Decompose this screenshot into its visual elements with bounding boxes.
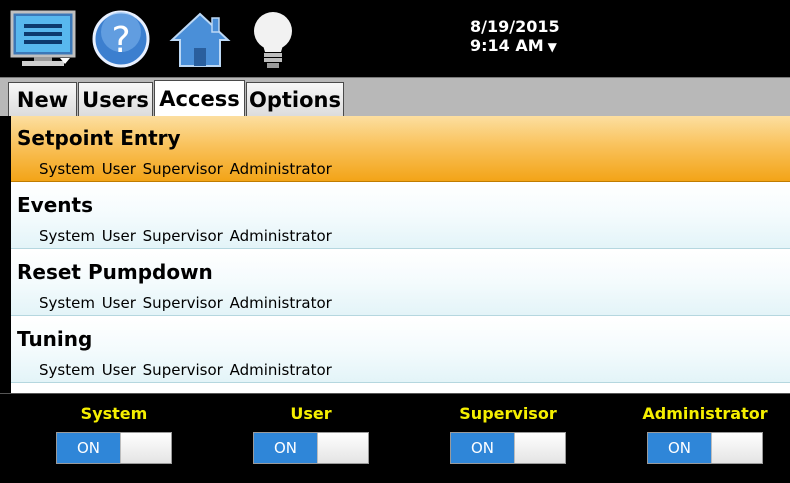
svg-text:?: ? [111,20,130,61]
toggle-thumb [120,433,171,463]
toggle-on-state: ON [57,433,120,463]
system-toggle[interactable]: ON [56,432,172,464]
list-item-title: Setpoint Entry [17,126,181,150]
help-icon[interactable]: ? [92,10,150,72]
user-toggle[interactable]: ON [253,432,369,464]
list-item-title: Events [17,193,93,217]
list-item-roles: System User Supervisor Administrator [39,361,332,379]
list-item-tuning[interactable]: Tuning System User Supervisor Administra… [11,317,790,383]
menu-monitor-icon[interactable] [10,10,76,72]
list-item-setpoint-entry[interactable]: Setpoint Entry System User Supervisor Ad… [11,116,790,182]
list-item-roles: System User Supervisor Administrator [39,227,332,245]
administrator-toggle-label: Administrator [642,404,768,423]
administrator-toggle[interactable]: ON [647,432,763,464]
time-text: 9:14 AM [470,36,544,55]
tab-options[interactable]: Options [246,82,344,116]
administrator-toggle-group: Administrator ON [635,404,775,464]
datetime-display[interactable]: 8/19/2015 9:14 AM ▼ [470,17,560,57]
list-item-title: Reset Pumpdown [17,260,213,284]
toggle-thumb [514,433,565,463]
user-toggle-group: User ON [241,404,381,464]
toggle-on-state: ON [254,433,317,463]
list-item-events[interactable]: Events System User Supervisor Administra… [11,183,790,249]
supervisor-toggle-label: Supervisor [459,404,557,423]
top-toolbar: ? 8/19/2015 9:14 AM ▼ [0,0,790,77]
toggle-on-state: ON [648,433,711,463]
supervisor-toggle-group: Supervisor ON [438,404,578,464]
home-icon[interactable] [168,10,232,72]
system-toggle-label: System [80,404,148,423]
dropdown-triangle-icon: ▼ [547,40,557,54]
lightbulb-icon[interactable] [248,10,298,74]
list-item-title: Tuning [17,327,93,351]
supervisor-toggle[interactable]: ON [450,432,566,464]
tab-access[interactable]: Access [154,80,245,117]
date-text: 8/19/2015 [470,17,560,36]
list-item-roles: System User Supervisor Administrator [39,160,332,178]
tab-users[interactable]: Users [78,82,153,116]
toggle-on-state: ON [451,433,514,463]
user-toggle-label: User [290,404,332,423]
tab-new[interactable]: New [8,82,77,116]
list-item-roles: System User Supervisor Administrator [39,294,332,312]
toggle-thumb [711,433,762,463]
toggle-thumb [317,433,368,463]
access-list: Setpoint Entry System User Supervisor Ad… [8,116,790,393]
list-item-reset-pumpdown[interactable]: Reset Pumpdown System User Supervisor Ad… [11,250,790,316]
tab-strip: New Users Access Options [0,77,790,117]
system-toggle-group: System ON [44,404,184,464]
role-toggle-panel: System ON User ON Supervisor ON Administ… [0,393,790,483]
